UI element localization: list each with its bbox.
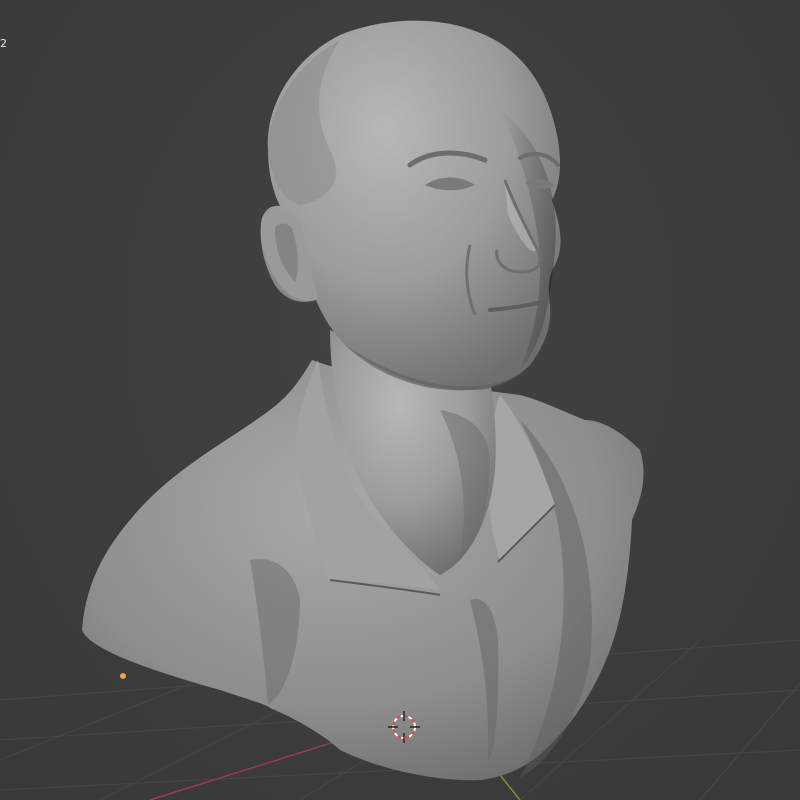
y-axis-line <box>499 774 521 800</box>
orange-origin-dot[interactable] <box>120 673 126 679</box>
viewport-scene <box>0 20 800 800</box>
3d-viewport[interactable]: 2 <box>0 0 800 800</box>
viewport-overlay-text: 2 <box>0 37 7 50</box>
